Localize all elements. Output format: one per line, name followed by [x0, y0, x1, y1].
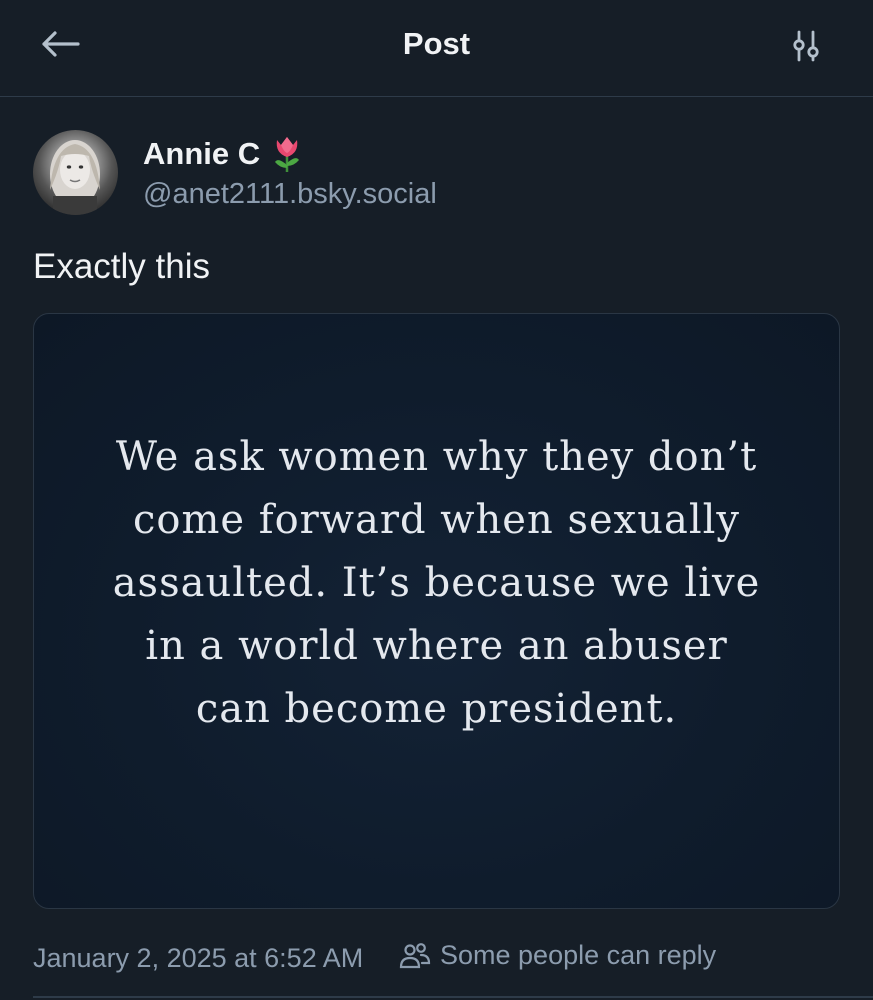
post-image[interactable]: We ask women why they don’t come forward… [33, 313, 840, 909]
divider [33, 996, 873, 998]
author-display-name[interactable]: Annie C [143, 135, 304, 173]
reply-setting[interactable]: Some people can reply [399, 940, 716, 971]
image-quote-text: We ask women why they don’t come forward… [54, 426, 819, 741]
people-icon [399, 942, 431, 968]
reply-setting-label: Some people can reply [440, 940, 717, 970]
thread-settings-button[interactable] [784, 24, 828, 68]
post-timestamp: January 2, 2025 at 6:52 AM [33, 943, 364, 973]
post-text: Exactly this [33, 247, 210, 286]
header: Post [0, 0, 873, 97]
post-page: Post Annie C @anet2111.bsky.social Exact… [0, 0, 873, 1000]
avatar-image [50, 140, 100, 215]
author-name: Annie C [143, 136, 261, 171]
page-title: Post [402, 26, 471, 61]
image-quote-line: in a world where an abuser [145, 623, 728, 669]
image-quote-line: can become president. [195, 686, 678, 732]
image-quote-line: come forward when sexually [132, 497, 741, 543]
author-handle[interactable]: @anet2111.bsky.social [143, 178, 437, 211]
tulip-emoji [275, 137, 300, 172]
avatar[interactable] [33, 130, 118, 215]
image-quote-line: We ask women why they don’t [115, 434, 758, 480]
image-quote-line: assaulted. It’s because we live [112, 560, 761, 606]
sliders-icon [793, 30, 819, 62]
